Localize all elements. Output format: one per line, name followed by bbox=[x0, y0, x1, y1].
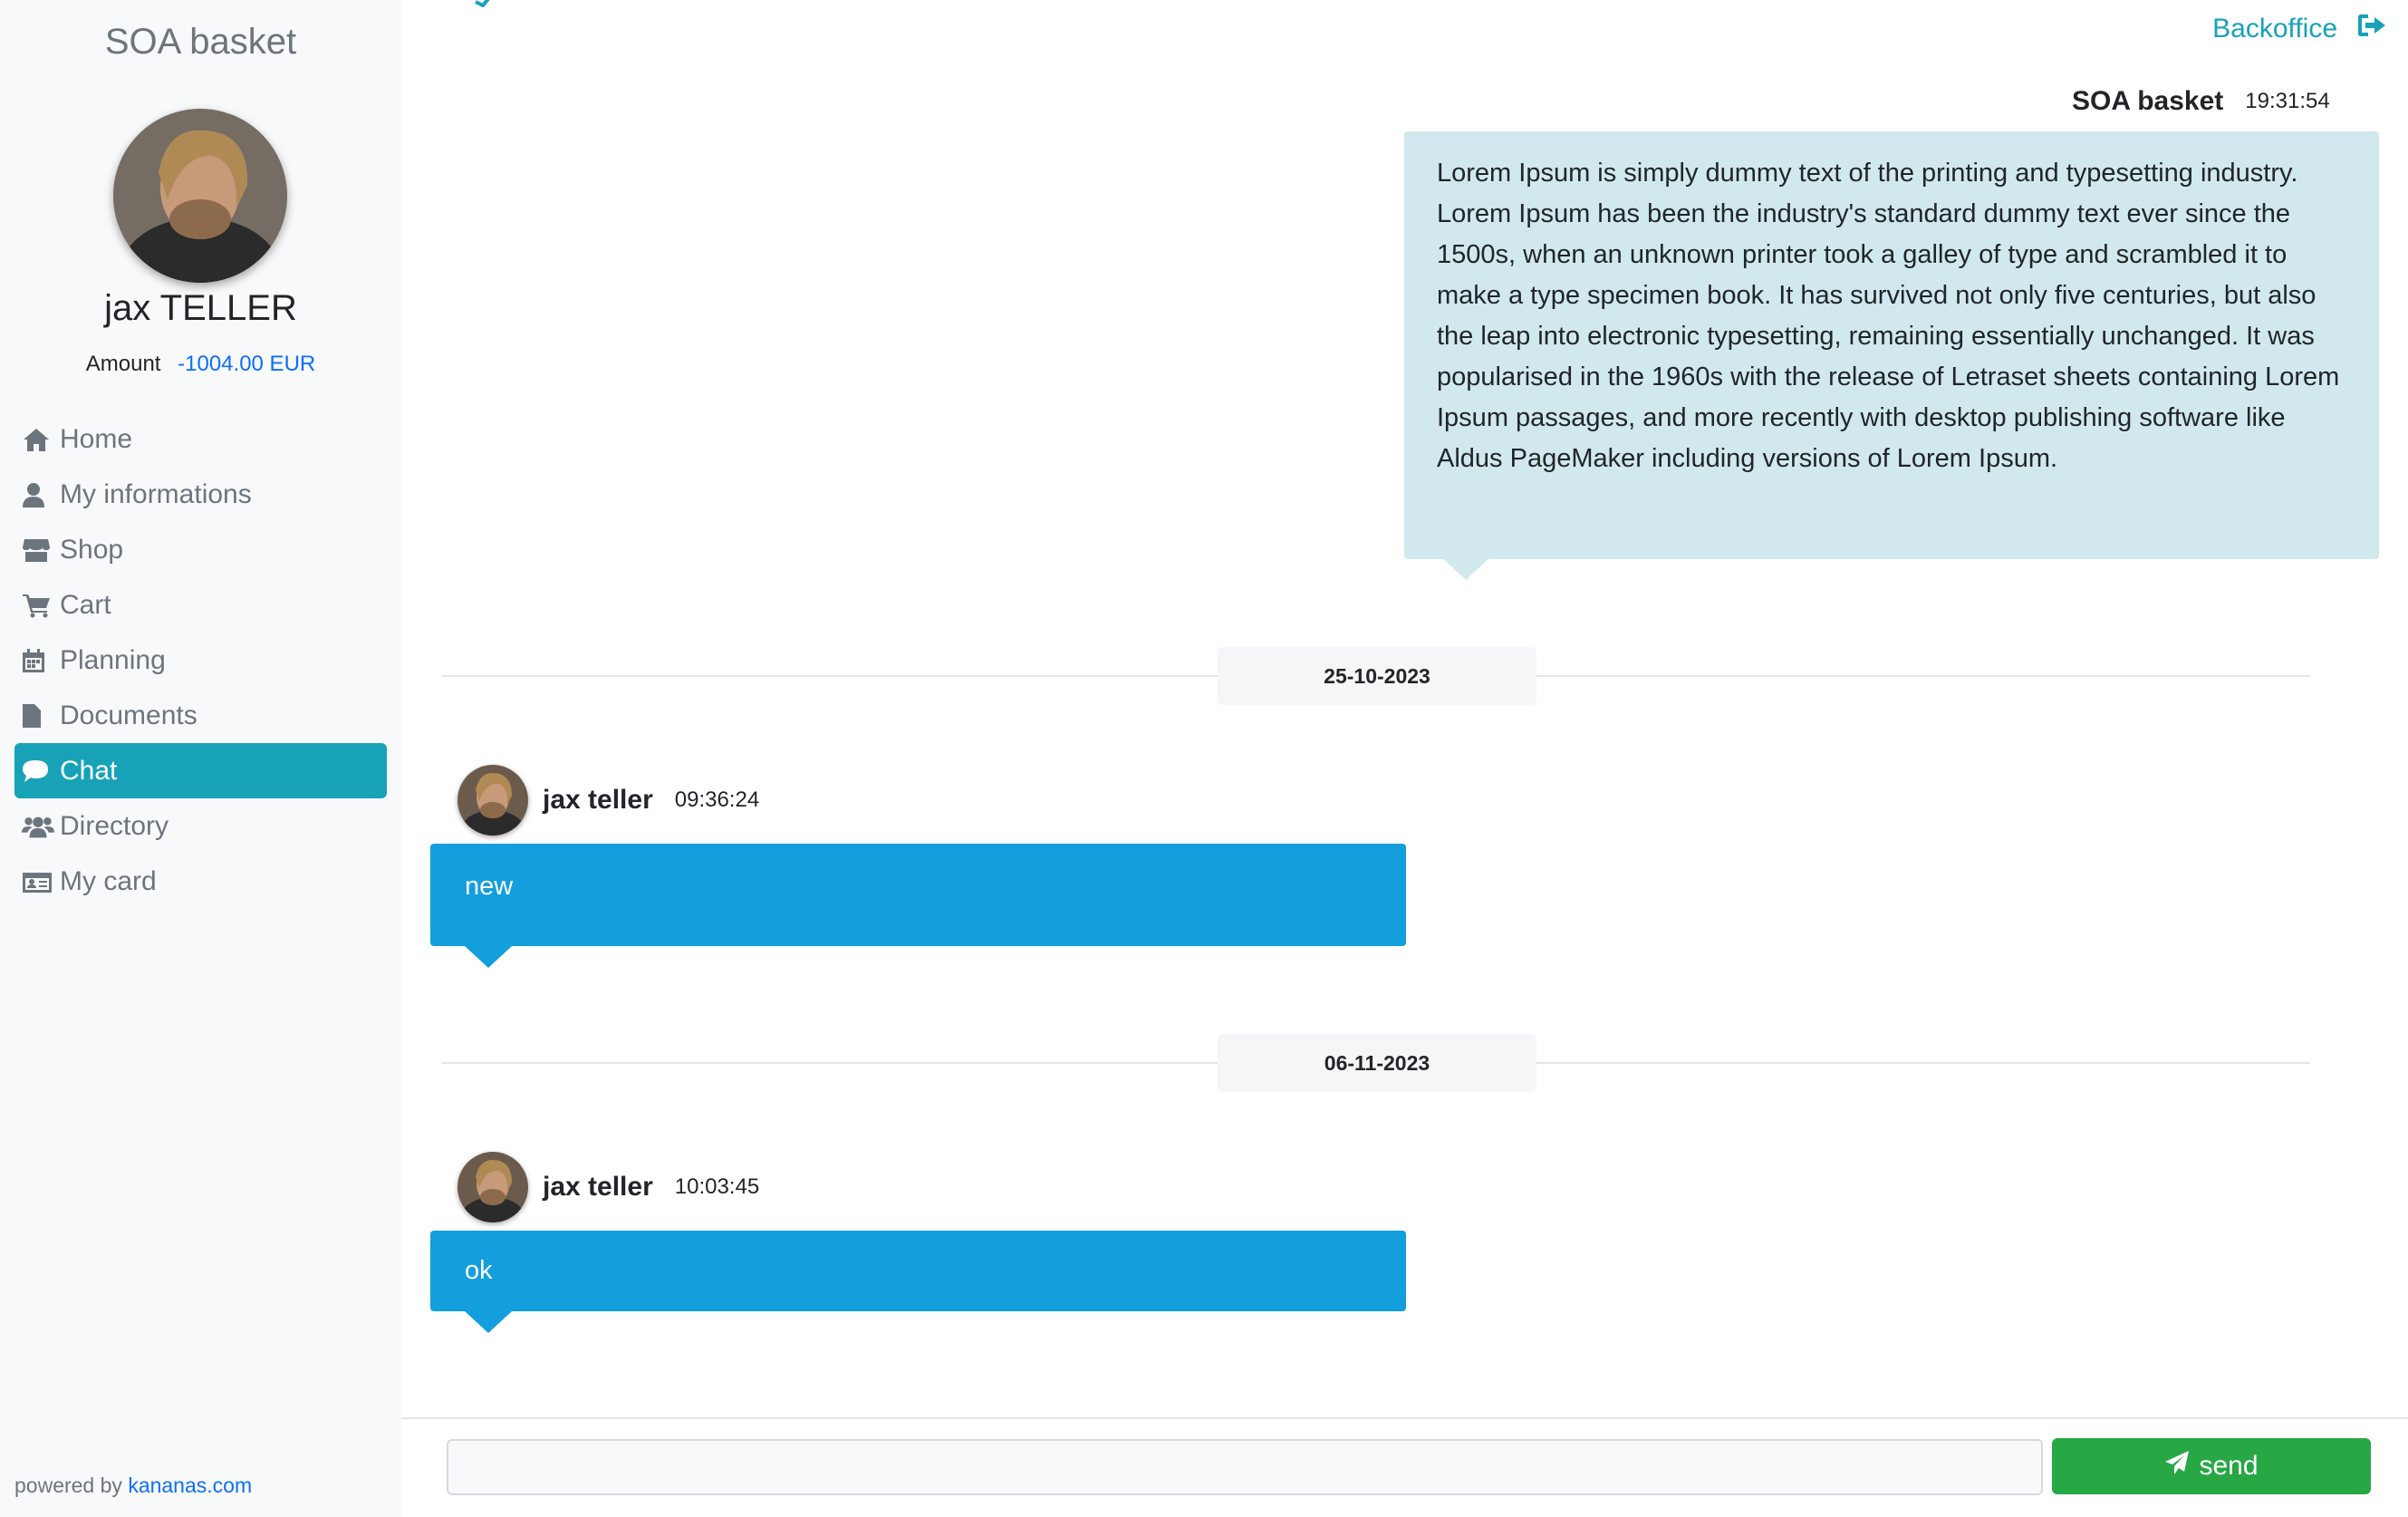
message-header: jax teller 09:36:24 bbox=[458, 765, 759, 836]
message-time: 10:03:45 bbox=[674, 1174, 760, 1199]
sidebar-item-label: Planning bbox=[60, 644, 166, 675]
user-name: jax TELLER bbox=[104, 288, 297, 328]
message-author: SOA basket bbox=[2072, 86, 2224, 116]
chat-main: Backoffice SOA basket 19:31:54 Lorem Ips… bbox=[401, 0, 2408, 1517]
amount-row: Amount -1004.00 EUR bbox=[0, 352, 401, 377]
message-input[interactable] bbox=[447, 1439, 2043, 1495]
bubble-tail bbox=[465, 946, 512, 968]
sidebar-item-label: Home bbox=[60, 423, 133, 454]
date-separator: 25-10-2023 bbox=[1218, 647, 1536, 705]
brand-title: SOA basket bbox=[104, 22, 297, 62]
powered-by: powered by kananas.com bbox=[14, 1474, 252, 1498]
sidebar-item-label: My card bbox=[60, 865, 157, 896]
sidebar-item-cart[interactable]: Cart bbox=[14, 577, 387, 633]
sidebar-item-planning[interactable]: Planning bbox=[14, 633, 387, 688]
message-bubble: ok bbox=[430, 1231, 1406, 1311]
message-author: jax teller bbox=[543, 785, 653, 815]
amount-label: Amount bbox=[85, 352, 161, 376]
send-label: send bbox=[2199, 1451, 2259, 1481]
shop-icon bbox=[22, 536, 54, 564]
bubble-tail bbox=[1442, 558, 1489, 580]
backoffice-label: Backoffice bbox=[2212, 14, 2337, 43]
sidebar-item-label: My informations bbox=[60, 478, 252, 509]
message-composer: send bbox=[401, 1417, 2408, 1517]
sidebar: SOA basket jax TELLER Amount -1004.00 EU… bbox=[0, 0, 401, 1517]
calendar-icon bbox=[22, 647, 54, 674]
users-icon bbox=[22, 813, 54, 840]
message-bubble: Lorem Ipsum is simply dummy text of the … bbox=[1404, 131, 2379, 559]
message-time: 09:36:24 bbox=[674, 787, 760, 812]
sidebar-item-label: Directory bbox=[60, 810, 169, 841]
sidebar-item-home[interactable]: Home bbox=[14, 411, 387, 467]
powered-by-link[interactable]: kananas.com bbox=[128, 1474, 252, 1497]
message-header: jax teller 10:03:45 bbox=[458, 1152, 759, 1222]
sidebar-item-label: Cart bbox=[60, 589, 111, 620]
avatar bbox=[113, 109, 287, 283]
sign-out-icon bbox=[2337, 13, 2386, 45]
sidebar-item-my-informations[interactable]: My informations bbox=[14, 467, 387, 522]
avatar bbox=[458, 1152, 528, 1222]
sidebar-item-label: Chat bbox=[60, 755, 118, 786]
sidebar-item-label: Shop bbox=[60, 534, 124, 565]
sidebar-item-documents[interactable]: Documents bbox=[14, 688, 387, 743]
message-text: new bbox=[465, 871, 514, 901]
home-icon bbox=[22, 426, 54, 453]
message-text: ok bbox=[465, 1256, 493, 1285]
sidebar-item-label: Documents bbox=[60, 700, 197, 730]
message-bubble: new bbox=[430, 844, 1406, 946]
amount-value: -1004.00 EUR bbox=[178, 352, 316, 376]
date-separator: 06-11-2023 bbox=[1218, 1034, 1536, 1092]
user-icon bbox=[22, 481, 54, 508]
bubble-tail bbox=[465, 1311, 512, 1333]
chevron-icon bbox=[474, 0, 494, 12]
paper-plane-icon bbox=[2164, 1450, 2199, 1483]
id-card-icon bbox=[22, 868, 54, 895]
sidebar-item-shop[interactable]: Shop bbox=[14, 522, 387, 577]
sidebar-item-my-card[interactable]: My card bbox=[14, 854, 387, 909]
document-icon bbox=[22, 702, 54, 730]
message-time: 19:31:54 bbox=[2245, 89, 2330, 113]
message-author: jax teller bbox=[543, 1172, 653, 1202]
sidebar-nav: Home My informations Shop Cart Planning bbox=[14, 411, 387, 909]
message-header: SOA basket 19:31:54 bbox=[2072, 86, 2330, 117]
sidebar-item-chat[interactable]: Chat bbox=[14, 743, 387, 798]
cart-icon bbox=[22, 592, 54, 619]
backoffice-link[interactable]: Backoffice bbox=[2212, 13, 2386, 45]
chat-icon bbox=[22, 758, 54, 785]
sidebar-item-directory[interactable]: Directory bbox=[14, 798, 387, 854]
powered-by-text: powered by bbox=[14, 1474, 122, 1497]
avatar bbox=[458, 765, 528, 836]
send-button[interactable]: send bbox=[2052, 1438, 2371, 1494]
